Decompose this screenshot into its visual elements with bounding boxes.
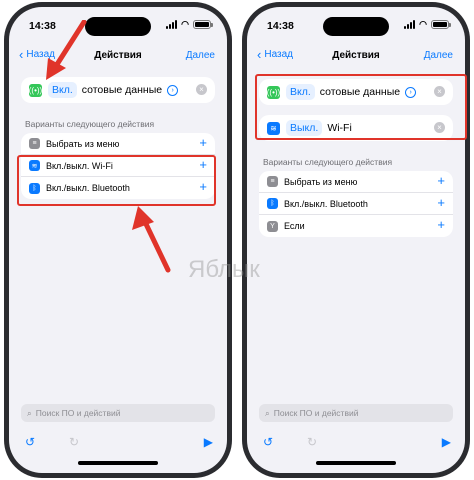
play-icon[interactable]: ▶	[204, 435, 213, 449]
remove-action-button[interactable]: ×	[196, 84, 207, 95]
wifi-status-icon: ◠	[181, 19, 189, 29]
suggestions-list: ≡ Выбрать из меню + ≋ Вкл./выкл. Wi-Fi +…	[21, 133, 215, 199]
wifi-status-icon: ◠	[419, 19, 427, 29]
add-icon[interactable]: +	[199, 158, 207, 172]
toggle-parameter-chip[interactable]: Выкл.	[286, 120, 323, 136]
redo-icon[interactable]: ↻	[307, 435, 317, 449]
menu-icon: ≡	[267, 176, 278, 187]
action-card: ((•)) Вкл. сотовые данные › ×	[21, 77, 215, 103]
phone-right: 14:38 ◠ ‹ Назад Действия Далее ((•)) Вкл.…	[242, 2, 470, 478]
action-cellular-data[interactable]: ((•)) Вкл. сотовые данные › ×	[21, 77, 215, 103]
status-time: 14:38	[29, 20, 56, 32]
toggle-parameter-chip[interactable]: Вкл.	[48, 82, 77, 98]
suggestion-toggle-bluetooth[interactable]: ᛒ Вкл./выкл. Bluetooth +	[21, 177, 215, 199]
battery-icon	[431, 20, 451, 29]
action-wifi[interactable]: ≋ Выкл. Wi-Fi ×	[259, 115, 453, 141]
add-icon[interactable]: +	[437, 196, 445, 210]
toggle-parameter-chip[interactable]: Вкл.	[286, 84, 315, 100]
suggestion-toggle-bluetooth[interactable]: ᛒ Вкл./выкл. Bluetooth +	[259, 193, 453, 215]
suggestion-choose-from-menu[interactable]: ≡ Выбрать из меню +	[21, 133, 215, 155]
search-input[interactable]: ⌕ Поиск ПО и действий	[21, 404, 215, 422]
screenshot-stage: 14:38 ◠ ‹ Назад Действия Далее ((•)) Вкл.…	[0, 0, 474, 480]
chevron-right-icon[interactable]: ›	[405, 86, 417, 98]
battery-icon	[193, 20, 213, 29]
next-button[interactable]: Далее	[186, 50, 215, 61]
action-text: сотовые данные	[81, 84, 163, 96]
wifi-icon: ≋	[267, 121, 280, 135]
redo-icon[interactable]: ↻	[69, 435, 79, 449]
suggestion-if[interactable]: Y Если +	[259, 215, 453, 237]
undo-icon[interactable]: ↺	[25, 435, 35, 449]
chevron-right-icon[interactable]: ›	[167, 84, 179, 96]
next-button[interactable]: Далее	[424, 50, 453, 61]
if-icon: Y	[267, 220, 278, 232]
suggestions-list: ≡ Выбрать из меню + ᛒ Вкл./выкл. Bluetoo…	[259, 171, 453, 237]
undo-icon[interactable]: ↺	[263, 435, 273, 449]
cellular-icon: ((•))	[28, 83, 43, 97]
search-icon: ⌕	[265, 407, 270, 418]
cellular-icon: ((•))	[266, 85, 281, 99]
navigation-bar: ‹ Назад Действия Далее	[9, 45, 227, 67]
watermark: Яблык	[188, 256, 260, 283]
status-time: 14:38	[267, 20, 294, 32]
action-text: Wi-Fi	[327, 122, 352, 134]
phone-left-screen: 14:38 ◠ ‹ Назад Действия Далее ((•)) Вкл.…	[9, 7, 227, 473]
suggestions-label: Варианты следующего действия	[25, 119, 155, 129]
navigation-bar: ‹ Назад Действия Далее	[247, 45, 465, 67]
add-icon[interactable]: +	[199, 180, 207, 194]
home-indicator	[78, 461, 158, 465]
bottom-toolbar: ↺ ↻ ▶	[9, 432, 227, 454]
phone-left: 14:38 ◠ ‹ Назад Действия Далее ((•)) Вкл.…	[4, 2, 232, 478]
signal-icon	[404, 20, 416, 29]
bluetooth-icon: ᛒ	[267, 198, 278, 209]
add-icon[interactable]: +	[437, 218, 445, 232]
search-icon: ⌕	[27, 407, 32, 418]
action-text: сотовые данные	[319, 86, 401, 98]
menu-icon: ≡	[29, 138, 40, 149]
remove-action-button[interactable]: ×	[434, 122, 445, 133]
status-bar: 14:38 ◠	[9, 17, 227, 35]
status-bar: 14:38 ◠	[247, 17, 465, 35]
home-indicator	[316, 461, 396, 465]
bottom-toolbar: ↺ ↻ ▶	[247, 432, 465, 454]
suggestions-label: Варианты следующего действия	[263, 157, 393, 167]
search-input[interactable]: ⌕ Поиск ПО и действий	[259, 404, 453, 422]
phone-right-screen: 14:38 ◠ ‹ Назад Действия Далее ((•)) Вкл.…	[247, 7, 465, 473]
play-icon[interactable]: ▶	[442, 435, 451, 449]
suggestion-toggle-wifi[interactable]: ≋ Вкл./выкл. Wi-Fi +	[21, 155, 215, 177]
add-icon[interactable]: +	[437, 174, 445, 188]
signal-icon	[166, 20, 178, 29]
add-icon[interactable]: +	[199, 136, 207, 150]
action-cellular-data[interactable]: ((•)) Вкл. сотовые данные › ×	[259, 79, 453, 105]
action-card-wifi: ≋ Выкл. Wi-Fi ×	[259, 115, 453, 141]
suggestion-choose-from-menu[interactable]: ≡ Выбрать из меню +	[259, 171, 453, 193]
action-card-cellular: ((•)) Вкл. сотовые данные › ×	[259, 79, 453, 105]
bluetooth-icon: ᛒ	[29, 182, 40, 194]
wifi-icon: ≋	[29, 160, 40, 171]
remove-action-button[interactable]: ×	[434, 86, 445, 97]
